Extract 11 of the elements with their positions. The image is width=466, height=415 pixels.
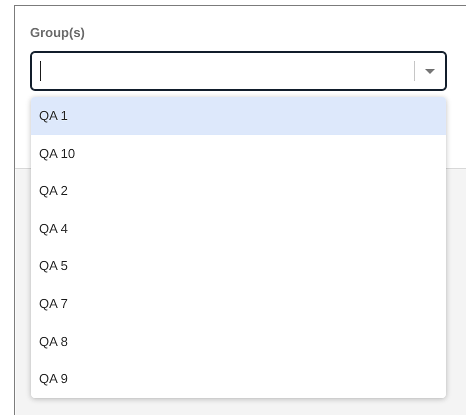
dropdown-option[interactable]: QA 10	[31, 134, 446, 172]
dropdown-option[interactable]: QA 1	[31, 97, 446, 135]
dropdown-option[interactable]: QA 2	[31, 172, 446, 210]
dropdown-option[interactable]: QA 4	[31, 210, 446, 248]
field-label: Group(s)	[30, 25, 86, 41]
dropdown-option[interactable]: QA 5	[31, 247, 446, 285]
dropdown-option[interactable]: QA 7	[31, 284, 446, 323]
caret-icon[interactable]	[425, 68, 435, 74]
dropdown-option[interactable]: QA 9	[31, 360, 446, 398]
group-select[interactable]	[30, 51, 447, 91]
dropdown-option[interactable]: QA 8	[31, 322, 446, 360]
